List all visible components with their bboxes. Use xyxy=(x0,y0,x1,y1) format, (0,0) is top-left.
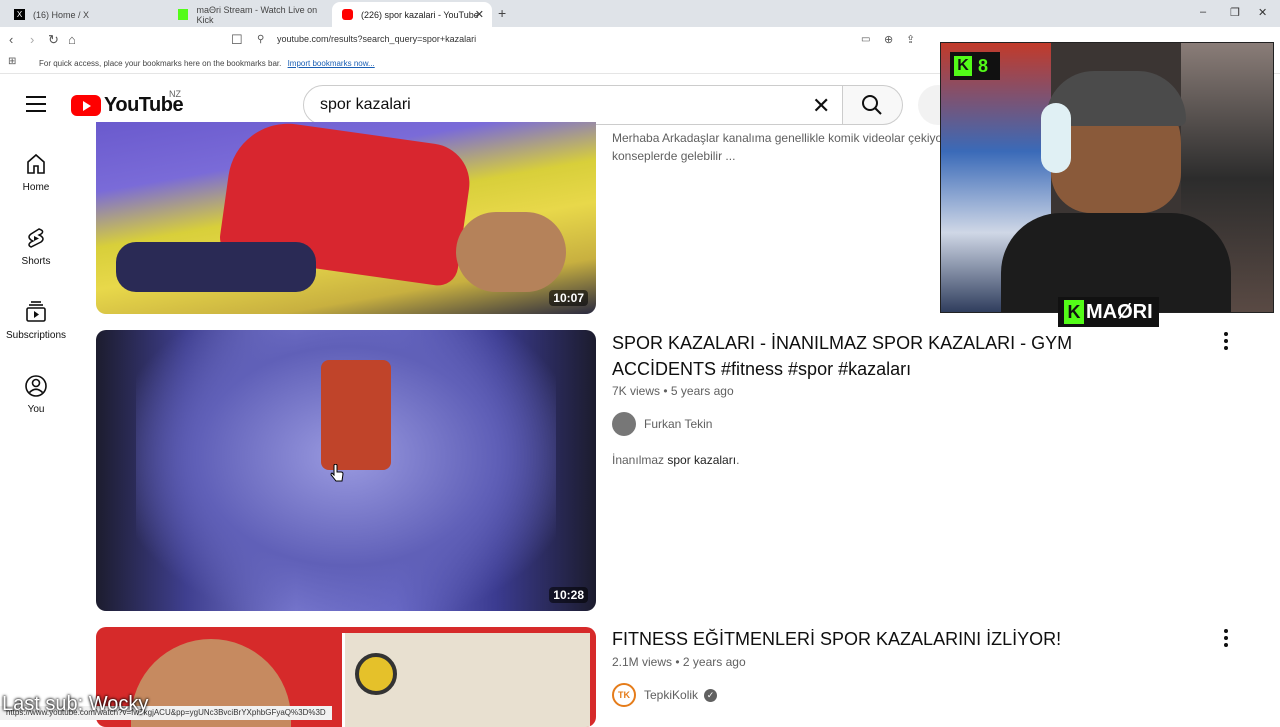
thumbnail-phone xyxy=(321,360,391,470)
close-window-icon[interactable]: ✕ xyxy=(1258,6,1267,19)
sidebar-item-shorts[interactable]: Shorts xyxy=(0,226,72,267)
site-info-icon[interactable]: ⚲ xyxy=(257,34,264,45)
sidebar-item-label: You xyxy=(27,404,45,415)
new-tab-button[interactable]: + xyxy=(498,5,506,21)
menu-icon[interactable] xyxy=(26,96,46,112)
video-description: Merhaba Arkadaşlar kanalıma genellikle k… xyxy=(612,130,942,164)
sidebar-item-label: Shorts xyxy=(21,256,51,267)
bookmarks-hint: For quick access, place your bookmarks h… xyxy=(39,59,282,68)
avatar: TK xyxy=(612,683,636,707)
close-tab-icon[interactable]: ✕ xyxy=(475,8,484,21)
apps-grid-icon[interactable]: ⊞ xyxy=(8,56,16,67)
video-thumbnail[interactable]: 10:28 xyxy=(96,330,596,611)
thumbnail-weight xyxy=(355,653,397,695)
restore-icon[interactable]: ❐ xyxy=(1230,6,1240,19)
zoom-icon[interactable]: ⊕ xyxy=(884,33,893,46)
tab-x-home[interactable]: X (16) Home / X xyxy=(4,2,164,27)
description-line: konseplerde gelebilir ... xyxy=(612,149,736,163)
youtube-play-icon xyxy=(71,95,101,116)
channel-link[interactable]: Furkan Tekin xyxy=(612,412,712,436)
upload-age: 2 years ago xyxy=(682,655,746,669)
back-icon[interactable]: ‹ xyxy=(9,32,13,47)
x-logo-icon: X xyxy=(14,9,25,20)
channel-name[interactable]: Furkan Tekin xyxy=(644,417,712,431)
channel-link[interactable]: TK TepkiKolik ✓ xyxy=(612,683,718,707)
search-input[interactable] xyxy=(320,96,800,114)
tab-label: (226) spor kazalari - YouTube xyxy=(361,9,479,20)
more-actions-icon[interactable] xyxy=(1224,629,1228,650)
import-bookmarks-link[interactable]: Import bookmarks now... xyxy=(288,59,375,68)
description-text: İnanılmaz xyxy=(612,453,668,467)
video-duration: 10:07 xyxy=(549,290,588,306)
video-title[interactable]: FITNESS EĞİTMENLERİ SPOR KAZALARINI İZLİ… xyxy=(612,626,1172,652)
youtube-logo[interactable]: YouTube NZ xyxy=(71,89,184,117)
upload-age: 5 years ago xyxy=(670,384,734,398)
tab-label: maΘri Stream - Watch Live on Kick xyxy=(196,4,318,25)
youtube-logo-icon xyxy=(342,9,353,20)
kick-logo-icon: K xyxy=(954,56,972,76)
more-actions-icon[interactable] xyxy=(1224,332,1228,353)
sidebar-item-subscriptions[interactable]: Subscriptions xyxy=(0,300,72,341)
description-highlight: spor kazaları xyxy=(667,453,737,467)
home-icon xyxy=(27,153,45,174)
thumbnail-figure xyxy=(456,212,566,292)
streamer-logo: K MAØRI xyxy=(1058,297,1159,327)
channel-name[interactable]: TepkiKolik xyxy=(644,688,698,702)
streamer-name: MAØRI xyxy=(1086,300,1153,323)
minimize-icon[interactable]: – xyxy=(1200,6,1206,18)
avatar xyxy=(612,412,636,436)
kick-logo-icon: K xyxy=(1064,300,1084,324)
clear-search-icon[interactable]: ✕ xyxy=(812,93,830,119)
browser-tab-bar: X (16) Home / X maΘri Stream - Watch Liv… xyxy=(0,0,1280,27)
thumbnail-gym xyxy=(342,633,590,727)
reload-icon[interactable]: ↻ xyxy=(48,32,59,48)
url-text[interactable]: youtube.com/results?search_query=spor+ka… xyxy=(277,34,476,44)
forward-icon[interactable]: › xyxy=(30,32,34,47)
search-button[interactable] xyxy=(843,85,903,125)
description-line: Merhaba Arkadaşlar kanalıma genellikle k… xyxy=(612,131,943,145)
tab-label: (16) Home / X xyxy=(33,9,90,20)
verified-icon: ✓ xyxy=(704,688,718,702)
subscriptions-icon xyxy=(26,301,46,322)
kick-viewer-badge: K 8 xyxy=(950,52,1000,80)
webcam-overlay xyxy=(940,42,1274,313)
sidebar-item-label: Subscriptions xyxy=(5,330,67,341)
thumbnail-figure xyxy=(116,242,316,292)
cast-icon[interactable]: ▭ xyxy=(861,34,870,45)
tab-youtube-search[interactable]: (226) spor kazalari - YouTube ✕ xyxy=(332,2,492,27)
search-box[interactable]: ✕ xyxy=(303,85,843,125)
sidebar-item-label: Home xyxy=(22,182,50,193)
country-code: NZ xyxy=(169,89,181,99)
video-meta: 2.1M views • 2 years ago xyxy=(612,655,746,669)
you-icon xyxy=(25,375,47,397)
kick-logo-icon xyxy=(178,9,189,20)
headphones xyxy=(1041,103,1071,173)
cursor-icon xyxy=(330,464,344,482)
sidebar-item-you[interactable]: You xyxy=(0,374,72,415)
video-meta: 7K views • 5 years ago xyxy=(612,384,734,398)
tab-kick-stream[interactable]: maΘri Stream - Watch Live on Kick xyxy=(168,2,330,27)
viewer-count: 8 xyxy=(978,55,989,76)
last-sub-overlay: Last sub: Wocky xyxy=(2,693,149,715)
video-duration: 10:28 xyxy=(549,587,588,603)
home-page-icon[interactable]: ⌂ xyxy=(68,32,76,47)
share-icon[interactable]: ⇪ xyxy=(906,33,915,46)
video-title[interactable]: SPOR KAZALARI - İNANILMAZ SPOR KAZALARI … xyxy=(612,330,1172,382)
view-count: 2.1M views xyxy=(612,655,673,669)
sidebar-item-home[interactable]: Home xyxy=(0,152,72,193)
view-count: 7K views xyxy=(612,384,661,398)
search-icon xyxy=(862,95,882,115)
video-description: İnanılmaz spor kazaları. xyxy=(612,452,739,468)
shorts-icon xyxy=(28,228,44,248)
video-thumbnail[interactable]: 10:07 xyxy=(96,122,596,314)
description-text: . xyxy=(736,453,740,467)
bookmark-icon[interactable]: ☐ xyxy=(231,32,243,48)
